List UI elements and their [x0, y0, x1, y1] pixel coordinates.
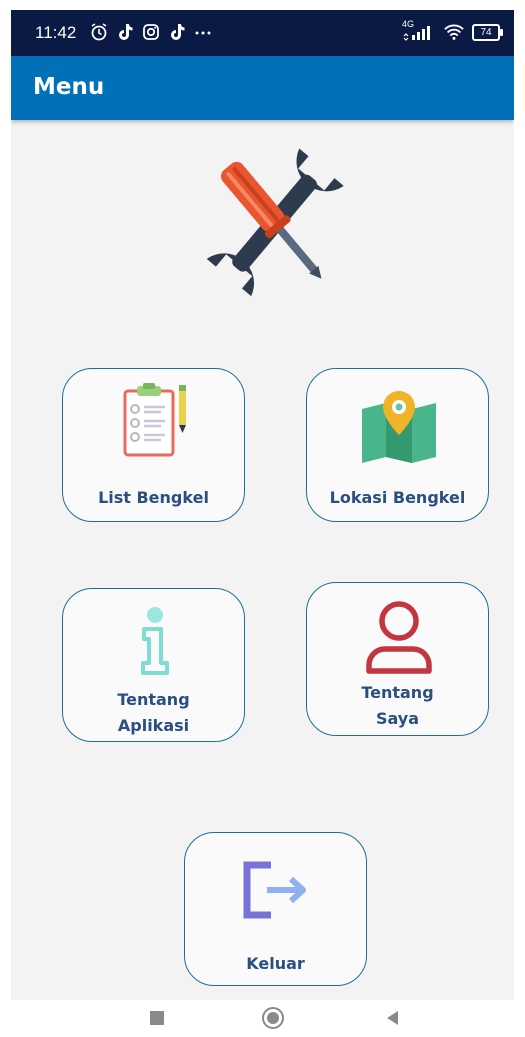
- instagram-icon: [143, 24, 159, 40]
- battery-icon: 74: [472, 23, 503, 41]
- tentang-saya-button[interactable]: Tentang Saya: [306, 582, 489, 736]
- list-bengkel-label: List Bengkel: [98, 488, 209, 507]
- status-bar: 11:42 4G 74: [11, 10, 514, 56]
- status-notification-icons: [89, 22, 213, 42]
- lokasi-bengkel-button[interactable]: Lokasi Bengkel: [306, 368, 489, 522]
- tentang-aplikasi-label-line2: Aplikasi: [117, 716, 190, 735]
- wifi-icon: [444, 24, 464, 40]
- more-icon: [195, 31, 211, 35]
- tentang-saya-label-line1: Tentang: [361, 683, 434, 702]
- status-time: 11:42: [35, 23, 77, 42]
- signal-4g-icon: 4G: [402, 19, 436, 42]
- tiktok-icon: [119, 24, 133, 40]
- user-icon: [366, 601, 432, 674]
- alarm-icon: [91, 23, 107, 41]
- logout-icon: [243, 861, 306, 919]
- wrench-screwdriver-icon: [206, 148, 344, 297]
- tentang-aplikasi-button[interactable]: Tentang Aplikasi: [62, 588, 245, 742]
- list-bengkel-button[interactable]: List Bengkel: [62, 368, 245, 522]
- page-title: Menu: [33, 74, 105, 100]
- clipboard-checklist-icon: [123, 383, 186, 457]
- app-bar: Menu: [11, 56, 514, 120]
- info-icon: [141, 607, 169, 675]
- keluar-label: Keluar: [246, 954, 305, 973]
- app-screen: 11:42 4G 74 Menu List Bengkel Lokasi Ben…: [11, 10, 514, 1000]
- status-system-icons: 4G 74: [402, 19, 503, 42]
- system-nav-bar: [0, 1000, 525, 1037]
- back-button[interactable]: [383, 1008, 403, 1028]
- home-button[interactable]: [261, 1006, 285, 1030]
- recent-apps-button[interactable]: [147, 1008, 167, 1028]
- lokasi-bengkel-label: Lokasi Bengkel: [329, 488, 466, 507]
- tentang-saya-label-line2: Saya: [375, 709, 420, 728]
- map-location-icon: [362, 391, 436, 463]
- tiktok-icon: [171, 24, 185, 40]
- tentang-aplikasi-label-line1: Tentang: [117, 690, 190, 709]
- keluar-button[interactable]: Keluar: [184, 832, 367, 986]
